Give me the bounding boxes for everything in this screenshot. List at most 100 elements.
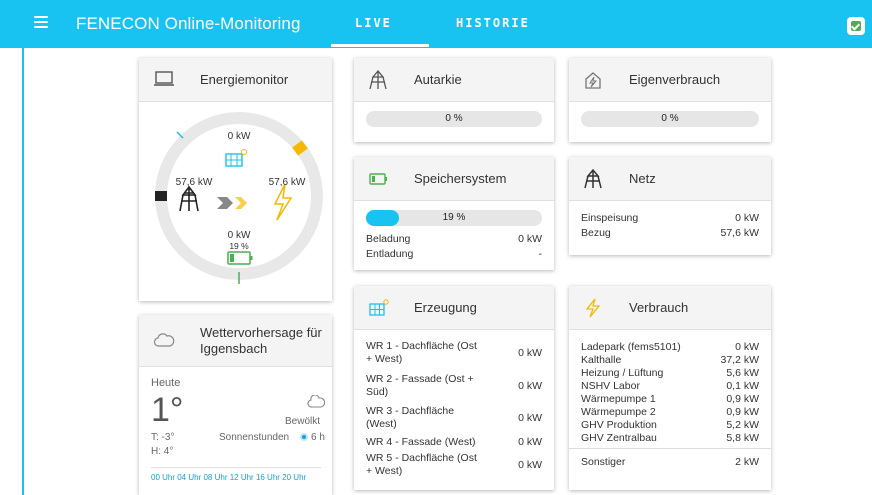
netz-title: Netz	[629, 171, 656, 186]
erzeugung-title: Erzeugung	[414, 300, 477, 315]
gauge-production-value: 0 kW	[227, 131, 251, 142]
weather-hours-axis: 00 Uhr 04 Uhr 08 Uhr 12 Uhr 16 Uhr 20 Uh…	[151, 473, 307, 482]
verbrauch-row: GHV Zentralbau 5,8 kW	[581, 432, 759, 445]
energiemonitor-header: Energiemonitor	[139, 58, 332, 102]
weather-max: H: 4°	[151, 446, 174, 457]
gauge-consumption-value: 57,6 kW	[268, 177, 306, 188]
app-title: FENECON Online-Monitoring	[76, 14, 301, 33]
gauge-grid-icon	[179, 185, 199, 212]
verbrauch-row: Kalthalle 37,2 kW	[581, 354, 759, 367]
menu-icon[interactable]	[34, 16, 48, 28]
verbrauch-row: Heizung / Lüftung 5,6 kW	[581, 367, 759, 380]
verbrauch-row-value: 37,2 kW	[720, 354, 759, 366]
eigenverbrauch-title: Eigenverbrauch	[629, 72, 721, 87]
verbrauch-row: Wärmepumpe 2 0,9 kW	[581, 406, 759, 419]
weather-divider	[151, 467, 321, 468]
beladung-value: 0 kW	[518, 233, 542, 245]
wr5-label-line1: WR 5 - Dachfläche (Ost	[366, 452, 477, 464]
solar-panel-icon	[368, 298, 390, 323]
weather-header: Wettervorhersage für Iggensbach	[139, 315, 332, 367]
wr4-label-line1: WR 4 - Fassade (West)	[366, 436, 476, 448]
bezug-label: Bezug	[581, 227, 611, 239]
speichersystem-header: Speichersystem	[354, 157, 554, 201]
wr1-label-line2: + West)	[366, 353, 403, 365]
erzeugung-card[interactable]: Erzeugung WR 1 - Dachfläche (Ost + West) …	[354, 286, 554, 490]
wr2-value: 0 kW	[518, 380, 542, 392]
verbrauch-row-label: GHV Produktion	[581, 419, 657, 431]
verbrauch-row-label: Ladepark (fems5101)	[581, 341, 681, 353]
verbrauch-title: Verbrauch	[629, 300, 689, 315]
verbrauch-row-label: GHV Zentralbau	[581, 432, 657, 444]
autarkie-card[interactable]: Autarkie 0 %	[354, 58, 554, 142]
verbrauch-row-value: 0 kW	[735, 341, 759, 353]
netz-header: Netz	[569, 157, 771, 201]
verbrauch-row-label: Wärmepumpe 2	[581, 406, 656, 418]
side-divider	[22, 48, 24, 495]
weather-title-line2: Iggensbach	[200, 341, 268, 356]
wr2-label-line1: WR 2 - Fassade (Ost +	[366, 373, 474, 385]
bezug-value: 57,6 kW	[720, 227, 759, 239]
tab-live[interactable]: LIVE	[355, 16, 392, 30]
energiemonitor-title: Energiemonitor	[200, 72, 289, 87]
weather-card[interactable]: Wettervorhersage für Iggensbach Heute 1°…	[139, 315, 332, 495]
gauge-production-segment	[292, 140, 308, 156]
einspeisung-label: Einspeisung	[581, 212, 639, 224]
flow-arrow-grid	[217, 197, 233, 209]
grid-tower-icon	[368, 69, 388, 95]
autarkie-bar: 0 %	[366, 111, 542, 127]
verbrauch-row-label: Wärmepumpe 1	[581, 393, 656, 405]
speichersystem-title: Speichersystem	[414, 171, 507, 186]
weather-temperature: 1°	[151, 391, 184, 429]
wr5-label: WR 5 - Dachfläche (Ost + West)	[366, 452, 477, 478]
wr1-label: WR 1 - Dachfläche (Ost + West)	[366, 340, 477, 366]
eigenverbrauch-bar: 0 %	[581, 111, 759, 127]
verbrauch-row: GHV Produktion 5,2 kW	[581, 419, 759, 432]
netz-card[interactable]: Netz Einspeisung 0 kW Bezug 57,6 kW	[569, 157, 771, 255]
active-tab-indicator	[331, 44, 429, 47]
tab-historie[interactable]: HISTORIE	[456, 16, 530, 30]
laptop-icon	[153, 70, 175, 93]
verbrauch-divider	[569, 448, 771, 449]
eigenverbrauch-header: Eigenverbrauch	[569, 58, 771, 102]
sonstiger-label: Sonstiger	[581, 456, 626, 468]
wr5-label-line2: + West)	[366, 465, 403, 477]
verbrauch-row-value: 0,9 kW	[726, 406, 759, 418]
verbrauch-row-label: NSHV Labor	[581, 380, 640, 392]
lightning-icon	[583, 298, 603, 323]
verbrauch-card[interactable]: Verbrauch Ladepark (fems5101) 0 kW Kaltha…	[569, 286, 771, 490]
weather-condition-icon	[307, 394, 326, 413]
weather-title: Wettervorhersage für Iggensbach	[200, 325, 322, 357]
speichersystem-card[interactable]: Speichersystem 19 % Beladung 0 kW Entlad…	[354, 157, 554, 270]
verbrauch-row-value: 5,8 kW	[726, 432, 759, 444]
weather-day: Heute	[151, 377, 181, 389]
gauge-lightning-icon	[273, 183, 293, 221]
eigenverbrauch-card[interactable]: Eigenverbrauch 0 %	[569, 58, 771, 142]
eigenverbrauch-value: 0 %	[661, 113, 679, 124]
energiemonitor-card[interactable]: Energiemonitor 0 kW 57,6 kW 57,6 kW 0 kW…	[139, 58, 332, 301]
gauge-storage-value: 0 kW	[227, 230, 251, 241]
wr2-label: WR 2 - Fassade (Ost + Süd)	[366, 373, 474, 399]
autarkie-title: Autarkie	[414, 72, 462, 87]
verbrauch-header: Verbrauch	[569, 286, 771, 330]
erzeugung-header: Erzeugung	[354, 286, 554, 330]
beladung-label: Beladung	[366, 233, 411, 245]
verbrauch-row-value: 0,9 kW	[726, 393, 759, 405]
verbrauch-row-label: Kalthalle	[581, 354, 622, 366]
sun-icon	[300, 433, 308, 441]
top-bar: FENECON Online-Monitoring LIVE HISTORIE	[0, 0, 872, 48]
weather-title-line1: Wettervorhersage für	[200, 325, 322, 340]
soc-value: 19 %	[442, 212, 466, 223]
home-lightning-icon	[583, 70, 603, 95]
gauge-battery-icon	[227, 251, 253, 265]
wr5-value: 0 kW	[518, 459, 542, 471]
verbrauch-row: Wärmepumpe 1 0,9 kW	[581, 393, 759, 406]
gauge-storage-soc: 19 %	[229, 241, 249, 251]
wr4-label: WR 4 - Fassade (West)	[366, 436, 476, 449]
verbrauch-row: Ladepark (fems5101) 0 kW	[581, 341, 759, 354]
verbrauch-row-value: 5,6 kW	[726, 367, 759, 379]
cloud-icon	[153, 332, 175, 353]
gauge-solar-icon	[225, 149, 247, 167]
verbrauch-row: NSHV Labor 0,1 kW	[581, 380, 759, 393]
grid-tower-icon	[583, 168, 603, 194]
status-ok-icon[interactable]	[847, 17, 865, 35]
